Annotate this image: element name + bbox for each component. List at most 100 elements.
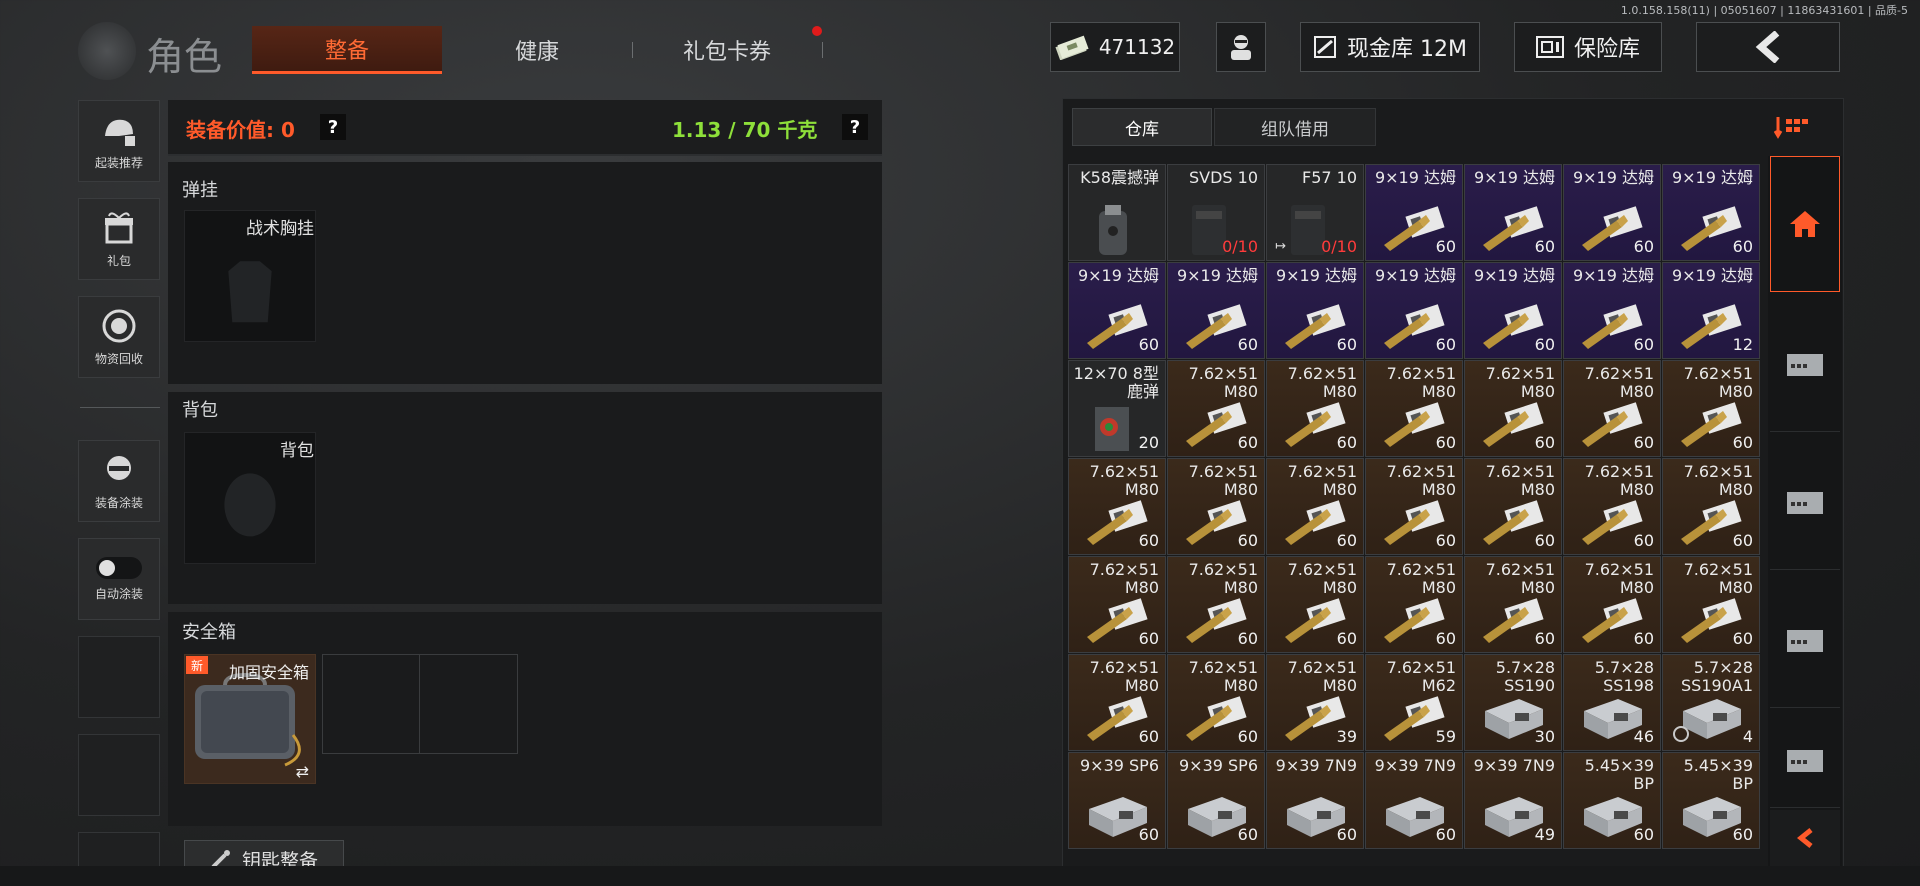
inventory-item[interactable]: F57 10 0/10 ↦ [1266,164,1364,261]
inventory-item[interactable]: 9×19 达姆 60 [1464,262,1562,359]
inventory-item[interactable]: 7.62×51 M80 60 [1464,458,1562,555]
inventory-item[interactable]: 9×19 达姆 60 [1365,164,1463,261]
item-count: 0/10 [1321,237,1357,256]
inventory-item[interactable]: 7.62×51 M80 60 [1167,556,1265,653]
character-button[interactable] [1216,22,1266,72]
inventory-item[interactable]: 7.62×51 M80 60 [1662,458,1760,555]
inventory-item[interactable]: 7.62×51 M80 60 [1365,556,1463,653]
inventory-item[interactable]: 5.7×28 SS190A1 4 [1662,654,1760,751]
inventory-item[interactable]: 7.62×51 M80 39 [1266,654,1364,751]
sort-button[interactable] [1768,108,1818,146]
inventory-item[interactable]: 9×19 达姆 60 [1068,262,1166,359]
inventory-item[interactable]: 12×70 8型鹿弹 20 [1068,360,1166,457]
slot-divider [419,655,420,753]
item-count: 0/10 [1222,237,1258,256]
inventory-item[interactable]: 9×39 7N9 60 [1365,752,1463,849]
inventory-item[interactable]: 7.62×51 M80 60 [1167,360,1265,457]
inventory-item[interactable]: 7.62×51 M80 60 [1563,458,1661,555]
item-count: 60 [1633,237,1654,256]
cash-vault-label: 现金库 12M [1347,37,1467,62]
item-count: 60 [1633,531,1654,550]
inventory-item[interactable]: 9×39 7N9 49 [1464,752,1562,849]
safebox-empty-slot[interactable] [322,654,518,754]
inventory-item[interactable]: 9×19 达姆 60 [1167,262,1265,359]
inventory-item[interactable]: 9×39 7N9 60 [1266,752,1364,849]
inventory-item[interactable]: 7.62×51 M80 60 [1167,458,1265,555]
collapse-button[interactable] [1770,810,1840,866]
side-box-button[interactable] [1770,296,1840,432]
tab-team-borrow[interactable]: 组队借用 [1214,108,1376,146]
tab-gift-coupons[interactable]: 礼包卡券 [632,26,822,74]
inventory-item[interactable]: 5.7×28 SS190 30 [1464,654,1562,751]
item-count: 60 [1237,335,1258,354]
rail-equipment-skin[interactable]: 装备涂装 [78,440,160,522]
tab-storage[interactable]: 仓库 [1072,108,1212,146]
inventory-item[interactable]: 7.62×51 M80 60 [1662,360,1760,457]
inventory-item[interactable]: 5.7×28 SS198 46 [1563,654,1661,751]
backpack-slot-label: 背包 [280,441,314,461]
backpack-title: 背包 [182,400,218,421]
marked-icon [1673,726,1689,742]
item-name: 9×19 达姆 [1473,168,1555,187]
inventory-item[interactable]: 7.62×51 M80 60 [1464,556,1562,653]
tab-health[interactable]: 健康 [462,26,612,74]
item-count: 60 [1435,237,1456,256]
inventory-item[interactable]: 7.62×51 M62 59 [1365,654,1463,751]
inventory-item[interactable]: 5.45×39 BP 60 [1563,752,1661,849]
rail-gift[interactable]: 礼包 [78,198,160,280]
inventory-item[interactable]: 9×19 达姆 60 [1464,164,1562,261]
money-display[interactable]: 471132 [1050,22,1180,72]
side-box-button[interactable] [1770,712,1840,808]
inventory-item[interactable]: 5.45×39 BP 60 [1662,752,1760,849]
swap-icon[interactable]: ⇄ [296,762,309,781]
inventory-item[interactable]: 7.62×51 M80 60 [1365,360,1463,457]
inventory-item[interactable]: 7.62×51 M80 60 [1266,556,1364,653]
inventory-item[interactable]: 7.62×51 M80 60 [1563,556,1661,653]
rail-recycle[interactable]: 物资回收 [78,296,160,378]
item-count: 60 [1732,531,1753,550]
inventory-item[interactable]: 7.62×51 M80 60 [1563,360,1661,457]
inventory-item[interactable]: 9×19 达姆 12 [1662,262,1760,359]
item-name: 7.62×51 M80 [1485,462,1555,499]
tab-equip[interactable]: 整备 [252,26,442,74]
inventory-item[interactable]: SVDS 10 0/10 [1167,164,1265,261]
item-count: 46 [1633,727,1654,746]
inventory-item[interactable]: 9×19 达姆 60 [1365,262,1463,359]
cash-vault-button[interactable]: 现金库 12M [1300,22,1480,72]
item-name: 7.62×51 M80 [1386,364,1456,401]
auto-skin-toggle[interactable] [96,556,142,579]
inventory-item[interactable]: 7.62×51 M80 60 [1068,654,1166,751]
inventory-item[interactable]: 7.62×51 M80 60 [1662,556,1760,653]
help-button[interactable]: ? [320,114,346,140]
box-icon [1787,629,1823,652]
rail-auto-skin[interactable]: 自动涂装 [78,538,160,620]
inventory-item[interactable]: 7.62×51 M80 60 [1068,458,1166,555]
side-home-button[interactable] [1770,156,1840,292]
rail-loadout-recommend[interactable]: 起装推荐 [78,100,160,182]
item-count: 30 [1534,727,1555,746]
inventory-item[interactable]: 9×19 达姆 60 [1266,262,1364,359]
item-name: 9×19 达姆 [1671,266,1753,285]
soldier-icon [107,455,131,480]
inventory-item[interactable]: 7.62×51 M80 60 [1068,556,1166,653]
inventory-item[interactable]: 9×39 SP6 60 [1068,752,1166,849]
inventory-item[interactable]: 9×19 达姆 60 [1662,164,1760,261]
inventory-item[interactable]: 9×19 达姆 60 [1563,164,1661,261]
item-count: 60 [1237,531,1258,550]
back-button[interactable] [1696,22,1840,72]
inventory-item[interactable]: 7.62×51 M80 60 [1464,360,1562,457]
help-button[interactable]: ? [842,114,868,140]
inventory-item[interactable]: K58震撼弹 [1068,164,1166,261]
side-box-button[interactable] [1770,572,1840,708]
side-box-button[interactable] [1770,434,1840,570]
inventory-item[interactable]: 7.62×51 M80 60 [1167,654,1265,751]
inventory-item[interactable]: 9×19 达姆 60 [1563,262,1661,359]
inventory-item[interactable]: 9×39 SP6 60 [1167,752,1265,849]
inventory-item[interactable]: 7.62×51 M80 60 [1365,458,1463,555]
item-name: 9×39 7N9 [1473,756,1555,775]
inventory-item[interactable]: 7.62×51 M80 60 [1266,360,1364,457]
box-icon [1787,353,1823,376]
inventory-item[interactable]: 7.62×51 M80 60 [1266,458,1364,555]
safe-vault-button[interactable]: 保险库 [1514,22,1662,72]
item-count: 60 [1138,629,1159,648]
